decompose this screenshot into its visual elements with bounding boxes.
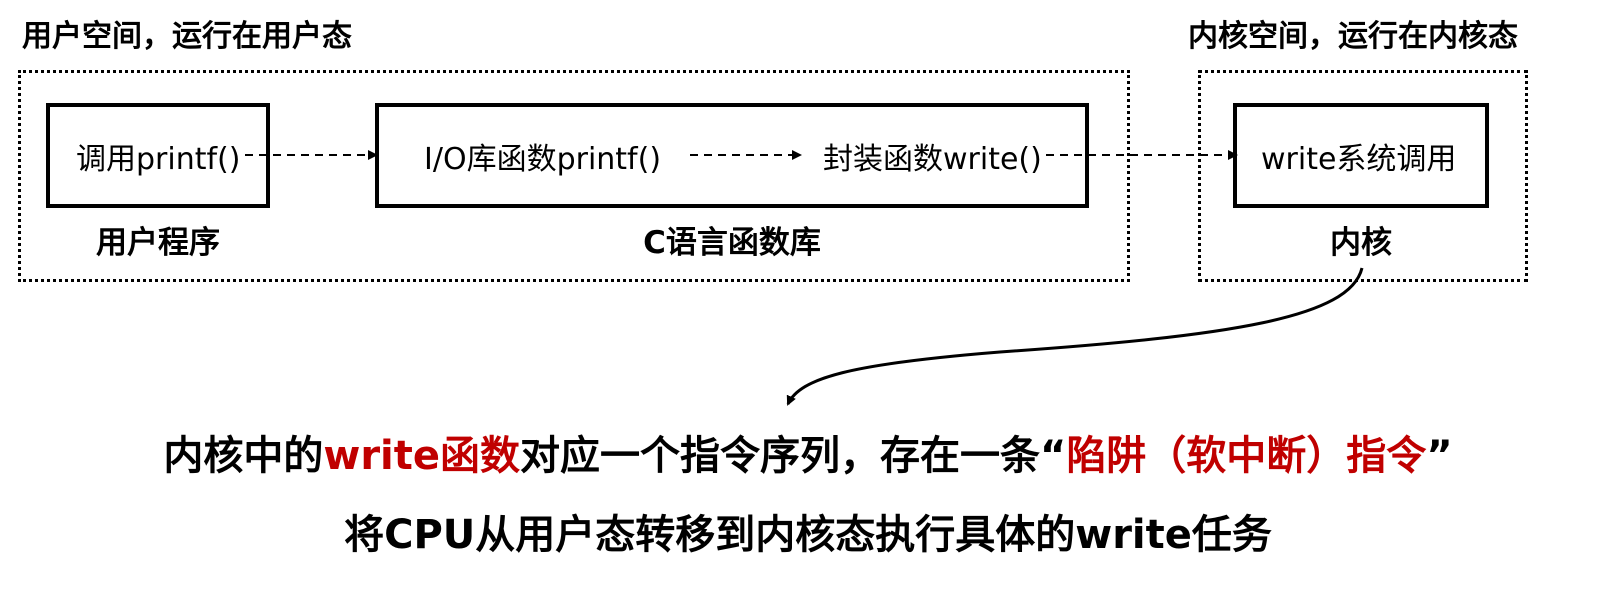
explanation-write-function: write函数 bbox=[323, 433, 521, 479]
explanation-text-1a: 内核中的 bbox=[163, 433, 324, 479]
explanation-text-1c: 对应一个指令序列，存在一条“ bbox=[520, 433, 1067, 479]
arrows-layer bbox=[245, 150, 1364, 406]
explanation-trap-instruction: 陷阱（软中断）指令 bbox=[1066, 433, 1427, 479]
curved-arrow-kernel-to-explanation bbox=[786, 267, 1364, 406]
explanation-line-2: 将CPU从用户态转移到内核态执行具体的write任务 bbox=[344, 512, 1272, 558]
explanation-line-1: 内核中的write函数对应一个指令序列，存在一条“陷阱（软中断）指令” bbox=[0, 436, 1616, 476]
explanation-text-1e: ” bbox=[1426, 433, 1453, 479]
